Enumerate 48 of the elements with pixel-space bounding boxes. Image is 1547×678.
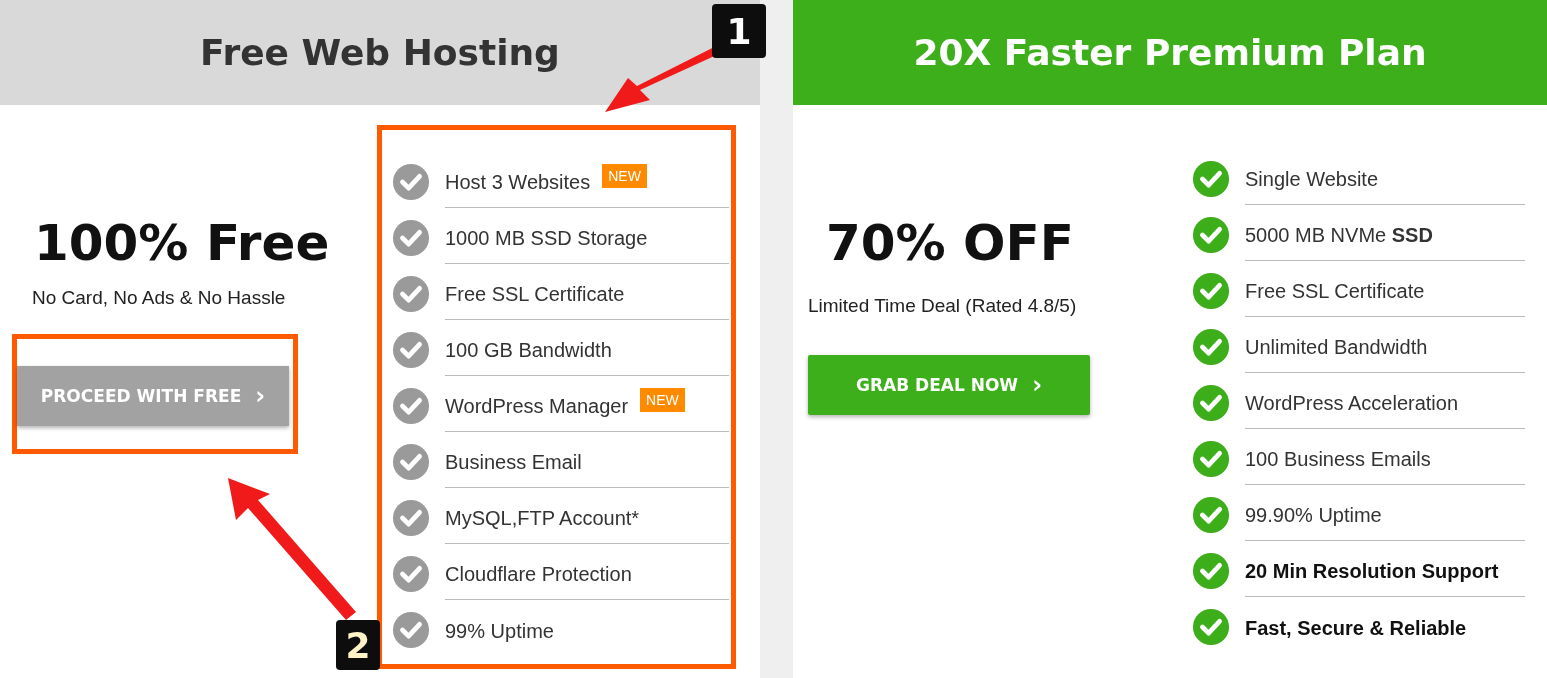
- feature-text: WordPress Manager: [445, 395, 629, 418]
- check-icon: [1192, 608, 1230, 646]
- feature-text: 5000 MB NVMe SSD: [1245, 224, 1433, 247]
- check-icon: [392, 331, 430, 369]
- feature-text: 20 Min Resolution Support: [1245, 560, 1499, 583]
- check-icon: [1192, 272, 1230, 310]
- check-icon: [1192, 384, 1230, 422]
- cta-button[interactable]: GRAB DEAL NOW ›: [808, 355, 1090, 415]
- plan-subtitle: No Card, No Ads & No Hassle: [32, 287, 286, 309]
- check-icon: [392, 387, 430, 425]
- feature-text: Fast, Secure & Reliable: [1245, 616, 1467, 640]
- feature-text: Unlimited Bandwidth: [1245, 336, 1428, 359]
- check-icon: [392, 555, 430, 593]
- feature-text: Business Email: [445, 451, 582, 474]
- check-icon: [392, 499, 430, 537]
- cta-button[interactable]: PROCEED WITH FREE ›: [17, 366, 289, 426]
- feature-text: 99.90% Uptime: [1245, 504, 1382, 527]
- feature-text: Free SSL Certificate: [1245, 280, 1425, 303]
- plan-headline: 70% OFF: [826, 213, 1074, 273]
- step-number: 2: [336, 620, 380, 670]
- check-icon: [392, 275, 430, 313]
- check-icon: [1192, 552, 1230, 590]
- feature-text: Free SSL Certificate: [445, 283, 625, 306]
- feature-text: Host 3 Websites: [445, 171, 591, 194]
- new-badge: NEW: [602, 163, 647, 188]
- plan-title: 20X Faster Premium Plan: [913, 32, 1427, 73]
- check-icon: [1192, 216, 1230, 254]
- plan-headline: 100% Free: [34, 213, 330, 273]
- check-icon: [392, 163, 430, 201]
- new-badge: NEW: [640, 387, 685, 412]
- check-icon: [1192, 496, 1230, 534]
- plan-title: Free Web Hosting: [200, 32, 560, 73]
- feature-text: Cloudflare Protection: [445, 563, 632, 586]
- check-icon: [1192, 160, 1230, 198]
- feature-text: WordPress Acceleration: [1245, 392, 1459, 415]
- feature-text: Single Website: [1245, 168, 1379, 191]
- check-icon: [392, 611, 430, 649]
- check-icon: [392, 443, 430, 481]
- check-icon: [1192, 328, 1230, 366]
- feature-text: MySQL,FTP Account*: [445, 507, 640, 530]
- check-icon: [1192, 440, 1230, 478]
- feature-text: 100 GB Bandwidth: [445, 339, 612, 362]
- feature-text: 1000 MB SSD Storage: [445, 227, 648, 250]
- feature-text: 100 Business Emails: [1245, 448, 1431, 471]
- plan-subtitle: Limited Time Deal (Rated 4.8/5): [808, 295, 1077, 317]
- check-icon: [392, 219, 430, 257]
- feature-text: 99% Uptime: [445, 619, 554, 643]
- step-number: 1: [712, 4, 766, 58]
